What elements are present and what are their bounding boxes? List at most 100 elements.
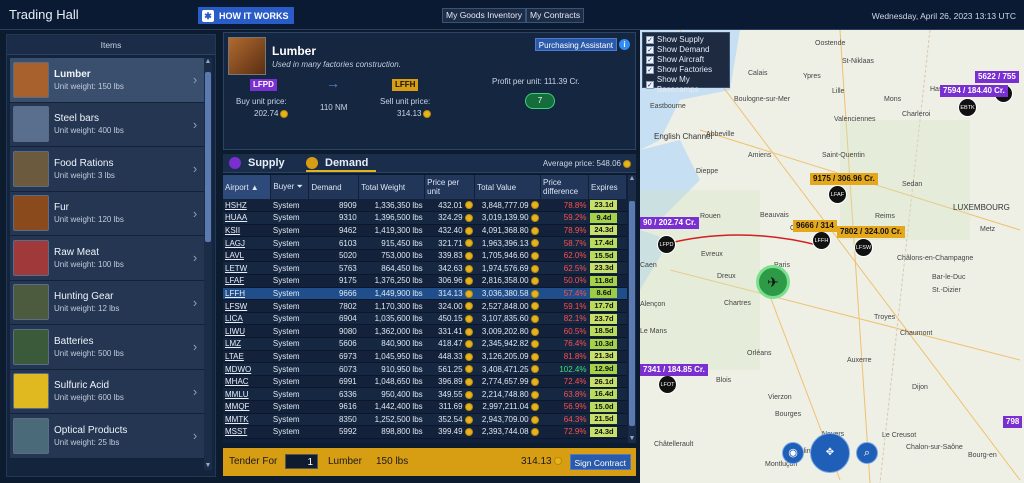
table-row[interactable]: HUAA System 9310 1,396,500 lbs 324.29 3,… [223, 211, 627, 225]
airport-link[interactable]: LICA [223, 312, 271, 326]
airport-link[interactable]: HUAA [223, 211, 271, 225]
airport-link[interactable]: LTAE [223, 350, 271, 364]
scroll-down-icon[interactable]: ▼ [204, 462, 212, 470]
how-it-works-button[interactable]: ✱ HOW IT WORKS [198, 7, 294, 24]
table-row[interactable]: LAGJ System 6103 915,450 lbs 321.71 1,96… [223, 236, 627, 250]
table-row[interactable]: LICA System 6904 1,035,600 lbs 450.15 3,… [223, 312, 627, 326]
quantity-stepper[interactable]: 1 [285, 454, 318, 469]
table-scrollbar[interactable]: ▲ ▼ [628, 175, 636, 443]
airport-pin[interactable]: LFOT [658, 375, 677, 394]
price-tag[interactable]: 9666 / 314 [793, 220, 837, 232]
table-scroll-thumb[interactable] [629, 201, 635, 426]
legend-toggle[interactable]: ✓ Show Factories [646, 65, 726, 75]
list-item[interactable]: Sulfuric Acid Unit weight: 600 lbs › [10, 369, 205, 414]
filter-icon[interactable]: ⏷ [294, 182, 303, 191]
airport-link[interactable]: LFAF [223, 274, 271, 288]
airport-link[interactable]: LFSW [223, 299, 271, 313]
tab-demand[interactable]: Demand [325, 157, 368, 169]
my-goods-inventory-button[interactable]: My Goods Inventory [442, 8, 527, 23]
info-icon[interactable]: i [619, 39, 630, 50]
airport-link[interactable]: MSST [223, 425, 271, 439]
eye-icon[interactable]: ◉ [782, 442, 804, 464]
checkbox-checked-icon[interactable]: ✓ [646, 66, 654, 74]
checkbox-checked-icon[interactable]: ✓ [646, 46, 654, 54]
search-icon[interactable]: ⌕ [856, 442, 878, 464]
pan-control[interactable]: ✥ [810, 433, 850, 473]
col-total-weight[interactable]: Total Weight [358, 175, 426, 199]
checkbox-checked-icon[interactable]: ✓ [646, 81, 654, 89]
airport-link[interactable]: MMTK [223, 413, 271, 427]
table-row[interactable]: MMTK System 8350 1,252,500 lbs 352.54 2,… [223, 413, 627, 427]
price-tag[interactable]: 5622 / 755 [975, 71, 1019, 83]
price-tag[interactable]: 90 / 202.74 Cr. [640, 217, 699, 229]
airport-link[interactable]: LETW [223, 261, 271, 276]
table-row[interactable]: LFFH System 9666 1,449,900 lbs 314.13 3,… [223, 287, 627, 301]
table-row[interactable]: MSST System 5992 898,800 lbs 399.49 2,39… [223, 425, 627, 439]
airport-link[interactable]: MDWO [223, 362, 271, 376]
list-item[interactable]: Lumber Unit weight: 150 lbs › [10, 58, 205, 103]
airport-link[interactable]: LIWU [223, 324, 271, 339]
table-row[interactable]: LETW System 5763 864,450 lbs 342.63 1,97… [223, 261, 627, 276]
table-row[interactable]: LTAE System 6973 1,045,950 lbs 448.33 3,… [223, 350, 627, 364]
legend-toggle[interactable]: ✓ Show Supply [646, 35, 726, 45]
table-row[interactable]: MDWO System 6073 910,950 lbs 561.25 3,40… [223, 362, 627, 376]
map[interactable]: ✓ Show Supply ✓ Show Demand ✓ Show Aircraft ✓ S… [640, 30, 1024, 483]
airport-link[interactable]: LAVL [223, 249, 271, 263]
price-tag[interactable]: 9175 / 306.96 Cr. [810, 173, 878, 185]
list-item[interactable]: Food Rations Unit weight: 3 lbs › [10, 147, 205, 192]
table-row[interactable]: LFAF System 9175 1,376,250 lbs 306.96 2,… [223, 274, 627, 288]
airport-pin[interactable]: LFPD [657, 235, 676, 254]
col-demand[interactable]: Demand [308, 175, 360, 199]
list-item[interactable]: Steel bars Unit weight: 400 lbs › [10, 102, 205, 147]
scroll-down-icon[interactable]: ▼ [628, 435, 636, 443]
airport-link[interactable]: MMLU [223, 387, 271, 401]
airport-link[interactable]: LAGJ [223, 236, 271, 250]
price-tag[interactable]: 7341 / 184.85 Cr. [640, 364, 708, 376]
scroll-up-icon[interactable]: ▲ [628, 175, 636, 183]
table-row[interactable]: LIWU System 9080 1,362,000 lbs 331.41 3,… [223, 324, 627, 339]
price-tag[interactable]: 7594 / 184.40 Cr. [940, 85, 1008, 97]
airport-link[interactable]: LMZ [223, 337, 271, 351]
airport-pin[interactable]: LFAF [828, 185, 847, 204]
scroll-up-icon[interactable]: ▲ [204, 58, 212, 66]
airport-pin[interactable]: EBTK [958, 98, 977, 117]
list-item[interactable]: Batteries Unit weight: 500 lbs › [10, 325, 205, 370]
price-tag[interactable]: 7802 / 324.00 Cr. [837, 226, 905, 238]
checkbox-checked-icon[interactable]: ✓ [646, 56, 654, 64]
list-item[interactable]: Hunting Gear Unit weight: 12 lbs › [10, 280, 205, 325]
table-row[interactable]: LAVL System 5020 753,000 lbs 339.83 1,70… [223, 249, 627, 263]
col-price-difference[interactable]: Price difference [540, 175, 589, 199]
list-item[interactable]: Optical Products Unit weight: 25 lbs › [10, 414, 205, 459]
legend-toggle[interactable]: ✓ Show Demand [646, 45, 726, 55]
table-row[interactable]: LFSW System 7802 1,170,300 lbs 324.00 2,… [223, 299, 627, 313]
col-price-per-unit[interactable]: Price per unit [424, 175, 476, 199]
checkbox-checked-icon[interactable]: ✓ [646, 36, 654, 44]
aircraft-icon[interactable]: ✈ [756, 265, 790, 299]
table-row[interactable]: MMQF System 9616 1,442,400 lbs 311.69 2,… [223, 400, 627, 414]
airport-pin[interactable]: LFSW [854, 238, 873, 257]
airport-link[interactable]: LFFH [223, 287, 271, 301]
table-row[interactable]: LMZ System 5606 840,900 lbs 418.47 2,345… [223, 337, 627, 351]
my-contracts-button[interactable]: My Contracts [526, 8, 585, 23]
col-airport[interactable]: Airport ▲ [223, 175, 272, 199]
table-row[interactable]: MHAC System 6991 1,048,650 lbs 396.89 2,… [223, 375, 627, 389]
sign-contract-button[interactable]: Sign Contract [569, 454, 631, 470]
tab-supply[interactable]: Supply [248, 157, 285, 169]
col-buyer[interactable]: Buyer ⏷ [270, 175, 310, 199]
price-tag[interactable]: 798 [1003, 416, 1023, 428]
purchasing-assistant-button[interactable]: Purchasing Assistant [534, 38, 617, 51]
airport-link[interactable]: MHAC [223, 375, 271, 389]
list-item[interactable]: Raw Meat Unit weight: 100 lbs › [10, 236, 205, 281]
col-total-value[interactable]: Total Value [474, 175, 542, 199]
list-item[interactable]: Fur Unit weight: 120 lbs › [10, 191, 205, 236]
airport-link[interactable]: MMQF [223, 400, 271, 414]
table-row[interactable]: HSHZ System 8909 1,336,350 lbs 432.01 3,… [223, 199, 627, 213]
legend-toggle[interactable]: ✓ Show My Basecamps [646, 75, 726, 95]
items-scrollbar[interactable]: ▲ ▼ [204, 58, 212, 470]
items-scroll-thumb[interactable] [205, 72, 211, 242]
table-row[interactable]: MMLU System 6336 950,400 lbs 349.55 2,21… [223, 387, 627, 401]
airport-link[interactable]: HSHZ [223, 199, 271, 213]
airport-pin[interactable]: LFFH [812, 231, 831, 250]
airport-link[interactable]: KSII [223, 224, 271, 238]
legend-toggle[interactable]: ✓ Show Aircraft [646, 55, 726, 65]
